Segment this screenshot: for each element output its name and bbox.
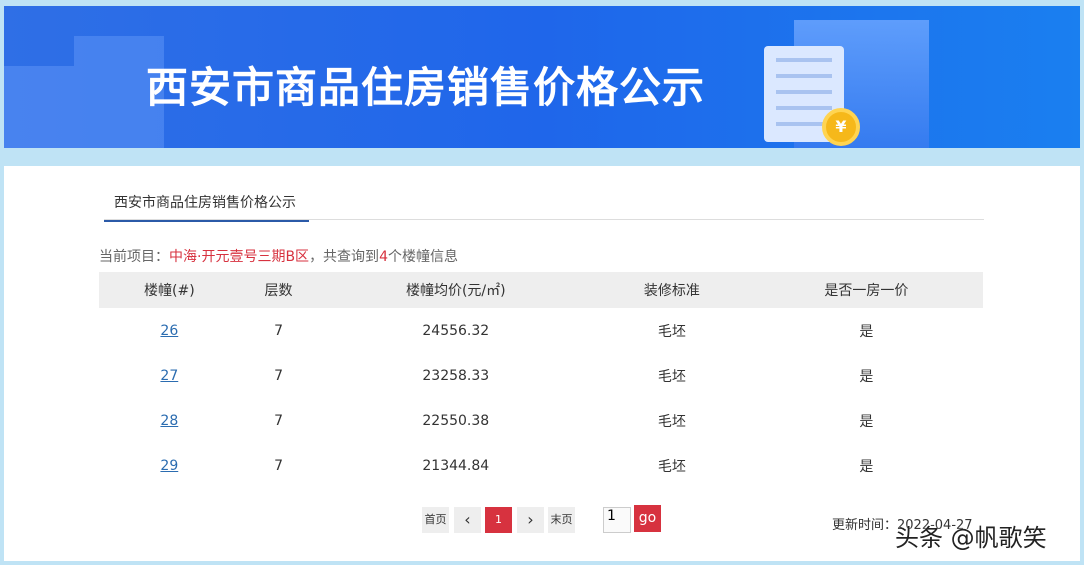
table-cell: 26 xyxy=(99,308,240,353)
table-cell: 28 xyxy=(99,398,240,443)
table-cell: 是 xyxy=(859,323,874,340)
table-row: 28 7 22550.38 毛坯 是 xyxy=(99,398,983,443)
building-count: 4 xyxy=(379,249,388,265)
next-page-button[interactable]: › xyxy=(517,507,544,533)
column-header: 楼幢均价(元/㎡) xyxy=(317,272,595,308)
table-cell: 7 xyxy=(274,412,283,429)
project-name: 中海·开元壹号三期B区 xyxy=(169,249,310,265)
building-table: 楼幢(#) 层数 楼幢均价(元/㎡) 装修标准 是否一房一价 26 7 24556.32 毛坯… xyxy=(99,272,983,488)
table-cell: 23258.33 xyxy=(422,367,490,384)
table-cell: 7 xyxy=(274,457,283,474)
table-cell: 21344.84 xyxy=(422,457,490,474)
table-cell: 7 xyxy=(274,367,283,384)
table-cell: 是 xyxy=(859,458,874,475)
info-mid: ，共查询到 xyxy=(309,249,380,265)
banner-title: 西安市商品住房销售价格公示 xyxy=(146,63,706,112)
go-button[interactable]: go xyxy=(634,505,661,532)
first-page-button[interactable]: 首页 xyxy=(422,507,449,533)
column-header: 楼幢(#) xyxy=(99,272,240,308)
table-cell: 27 xyxy=(99,353,240,398)
table-cell: 29 xyxy=(99,443,240,488)
coin-icon: ¥ xyxy=(822,108,860,146)
building-link[interactable]: 29 xyxy=(160,458,178,474)
column-header: 是否一房一价 xyxy=(749,272,983,308)
table-cell: 22550.38 xyxy=(422,412,490,429)
project-info: 当前项目：中海·开元壹号三期B区，共查询到4个楼幢信息 xyxy=(99,246,458,266)
building-link[interactable]: 26 xyxy=(160,323,178,339)
watermark: 头条 @帆歌笑 xyxy=(895,524,1047,552)
building-link[interactable]: 28 xyxy=(160,413,178,429)
prev-page-button[interactable]: ‹ xyxy=(454,507,481,533)
table-row: 29 7 21344.84 毛坯 是 xyxy=(99,443,983,488)
table-cell: 毛坯 xyxy=(657,413,686,430)
table-cell: 是 xyxy=(859,413,874,430)
column-header: 装修标准 xyxy=(594,272,750,308)
update-label: 更新时间： xyxy=(832,518,898,533)
table-cell: 毛坯 xyxy=(657,458,686,475)
banner: ¥ 西安市商品住房销售价格公示 xyxy=(4,6,1080,148)
table-cell: 24556.32 xyxy=(422,322,490,339)
last-page-button[interactable]: 末页 xyxy=(548,507,575,533)
tab-divider xyxy=(104,219,984,220)
tab-price-notice[interactable]: 西安市商品住房销售价格公示 xyxy=(104,192,309,222)
info-suffix: 个楼幢信息 xyxy=(387,249,458,265)
table-cell: 毛坯 xyxy=(657,323,686,340)
table-cell: 是 xyxy=(859,368,874,385)
table-cell: 毛坯 xyxy=(657,368,686,385)
info-prefix: 当前项目： xyxy=(99,249,169,265)
table-row: 27 7 23258.33 毛坯 是 xyxy=(99,353,983,398)
building-link[interactable]: 27 xyxy=(160,368,178,384)
table-row: 26 7 24556.32 毛坯 是 xyxy=(99,308,983,353)
column-header: 层数 xyxy=(239,272,318,308)
table-cell: 7 xyxy=(274,322,283,339)
page-input[interactable]: 1 xyxy=(603,507,631,533)
page-1-button[interactable]: 1 xyxy=(485,507,512,533)
